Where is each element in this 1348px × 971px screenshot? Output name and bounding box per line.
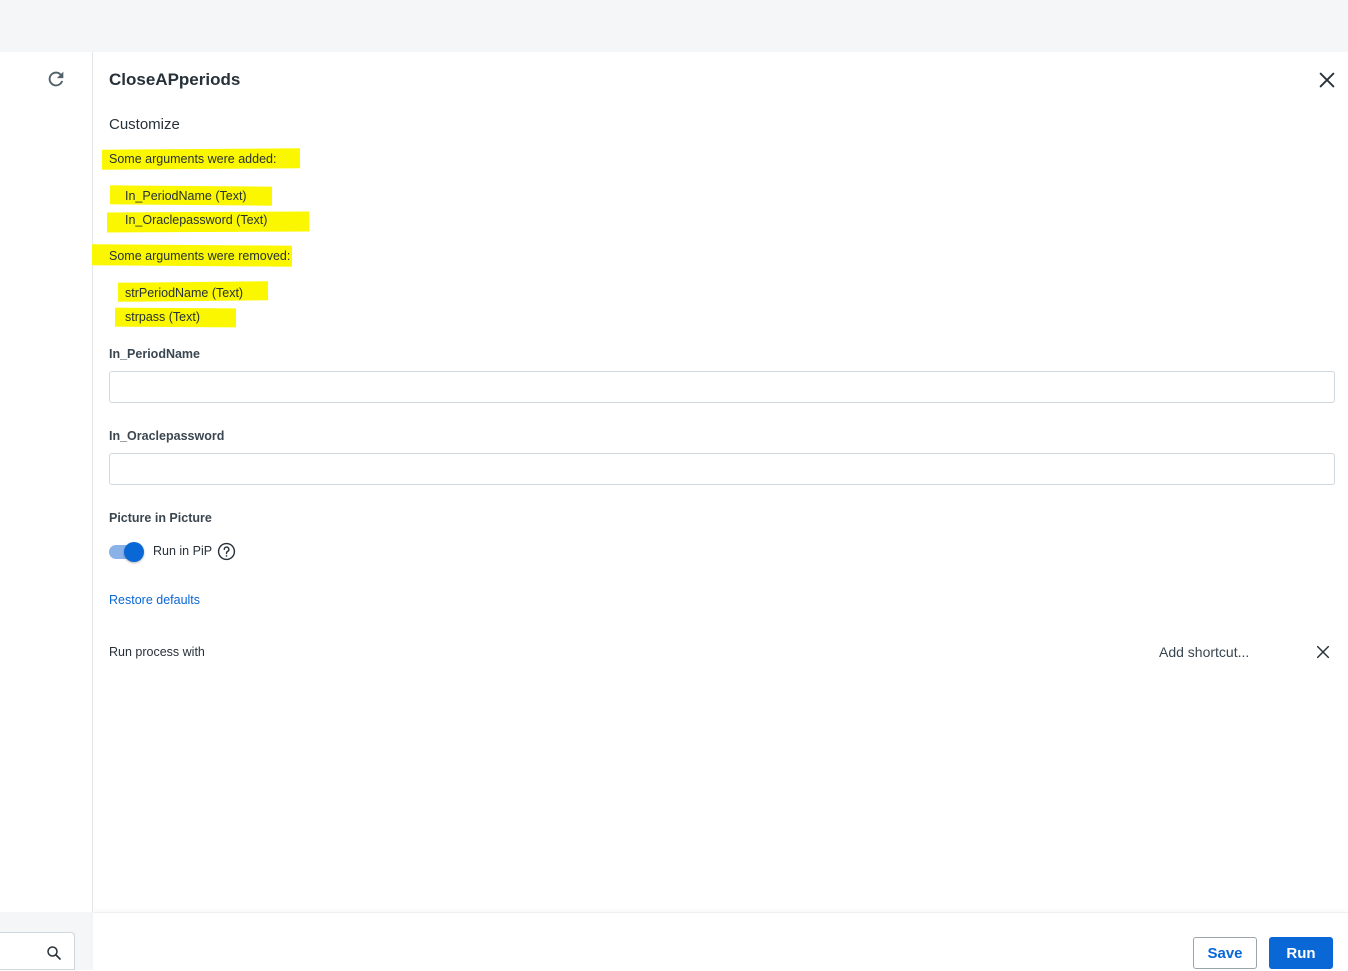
added-item: In_Oraclepassword (Text)	[125, 213, 268, 227]
top-bar	[0, 0, 1348, 52]
toggle-thumb	[124, 542, 144, 562]
period-name-label: In_PeriodName	[109, 347, 201, 361]
added-item: In_PeriodName (Text)	[125, 189, 247, 203]
panel-footer	[93, 912, 1348, 971]
search-icon[interactable]	[45, 944, 63, 962]
refresh-icon[interactable]	[45, 68, 67, 90]
run-in-pip-label: Run in PiP	[153, 544, 213, 558]
run-in-pip-toggle[interactable]	[109, 541, 147, 563]
removed-item: strPeriodName (Text)	[125, 286, 244, 300]
save-button[interactable]: Save	[1193, 937, 1257, 969]
run-button[interactable]: Run	[1269, 937, 1333, 969]
added-heading: Some arguments were added:	[109, 152, 277, 166]
pip-heading: Picture in Picture	[109, 511, 212, 525]
section-title: Customize	[109, 116, 180, 133]
oracle-password-input[interactable]	[109, 453, 1335, 485]
oracle-password-label: In_Oraclepassword	[109, 429, 225, 443]
panel-title: CloseAPperiods	[109, 70, 241, 89]
removed-heading: Some arguments were removed:	[109, 249, 291, 263]
period-name-input[interactable]	[109, 371, 1335, 403]
left-sidebar	[0, 52, 93, 970]
clear-shortcut-icon[interactable]	[1315, 644, 1331, 660]
run-process-with-label: Run process with	[109, 645, 205, 659]
close-icon[interactable]	[1316, 69, 1338, 91]
help-icon[interactable]	[217, 542, 236, 561]
removed-item: strpass (Text)	[125, 310, 201, 324]
add-shortcut-field[interactable]: Add shortcut...	[1159, 644, 1249, 660]
search-box[interactable]	[0, 932, 75, 970]
restore-defaults-link[interactable]: Restore defaults	[109, 593, 200, 607]
